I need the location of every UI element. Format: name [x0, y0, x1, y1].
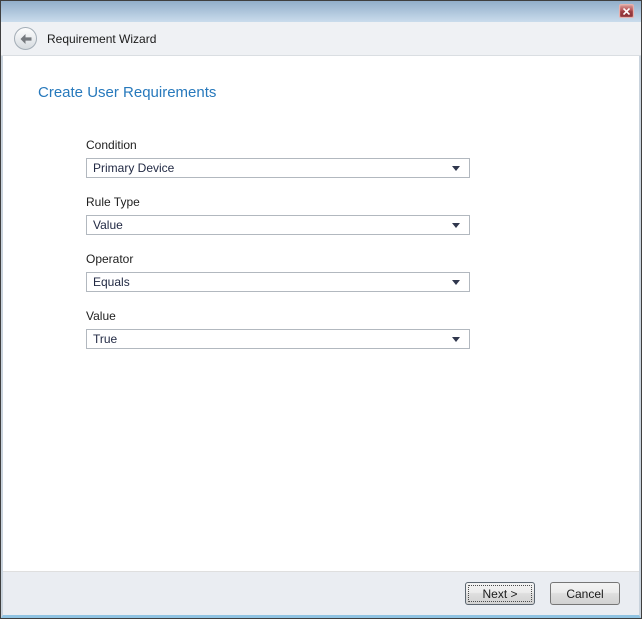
window-body: Create User Requirements Condition Prima… [1, 56, 641, 618]
field-rule-type: Rule Type Value [86, 195, 470, 235]
condition-selected-value: Primary Device [93, 161, 452, 175]
back-arrow-icon [20, 34, 32, 44]
value-label: Value [86, 309, 470, 323]
back-button[interactable] [14, 27, 37, 50]
wizard-header: Requirement Wizard [1, 22, 641, 56]
rule-type-dropdown[interactable]: Value [86, 215, 470, 235]
operator-selected-value: Equals [93, 275, 452, 289]
wizard-title: Requirement Wizard [47, 32, 156, 46]
field-operator: Operator Equals [86, 252, 470, 292]
rule-type-label: Rule Type [86, 195, 470, 209]
close-icon [623, 8, 630, 15]
wizard-content: Create User Requirements Condition Prima… [3, 56, 639, 571]
value-dropdown[interactable]: True [86, 329, 470, 349]
chevron-down-icon [452, 166, 460, 171]
condition-dropdown[interactable]: Primary Device [86, 158, 470, 178]
cancel-button[interactable]: Cancel [550, 582, 620, 605]
chevron-down-icon [452, 223, 460, 228]
page-title: Create User Requirements [38, 84, 639, 101]
operator-dropdown[interactable]: Equals [86, 272, 470, 292]
field-condition: Condition Primary Device [86, 138, 470, 178]
next-button[interactable]: Next > [465, 582, 535, 605]
chevron-down-icon [452, 337, 460, 342]
chevron-down-icon [452, 280, 460, 285]
value-selected-value: True [93, 332, 452, 346]
rule-type-selected-value: Value [93, 218, 452, 232]
button-bar: Next > Cancel [3, 571, 639, 615]
wizard-window: Requirement Wizard Create User Requireme… [0, 0, 642, 619]
title-bar [1, 1, 641, 22]
operator-label: Operator [86, 252, 470, 266]
close-button[interactable] [619, 4, 634, 18]
field-value: Value True [86, 309, 470, 349]
condition-label: Condition [86, 138, 470, 152]
